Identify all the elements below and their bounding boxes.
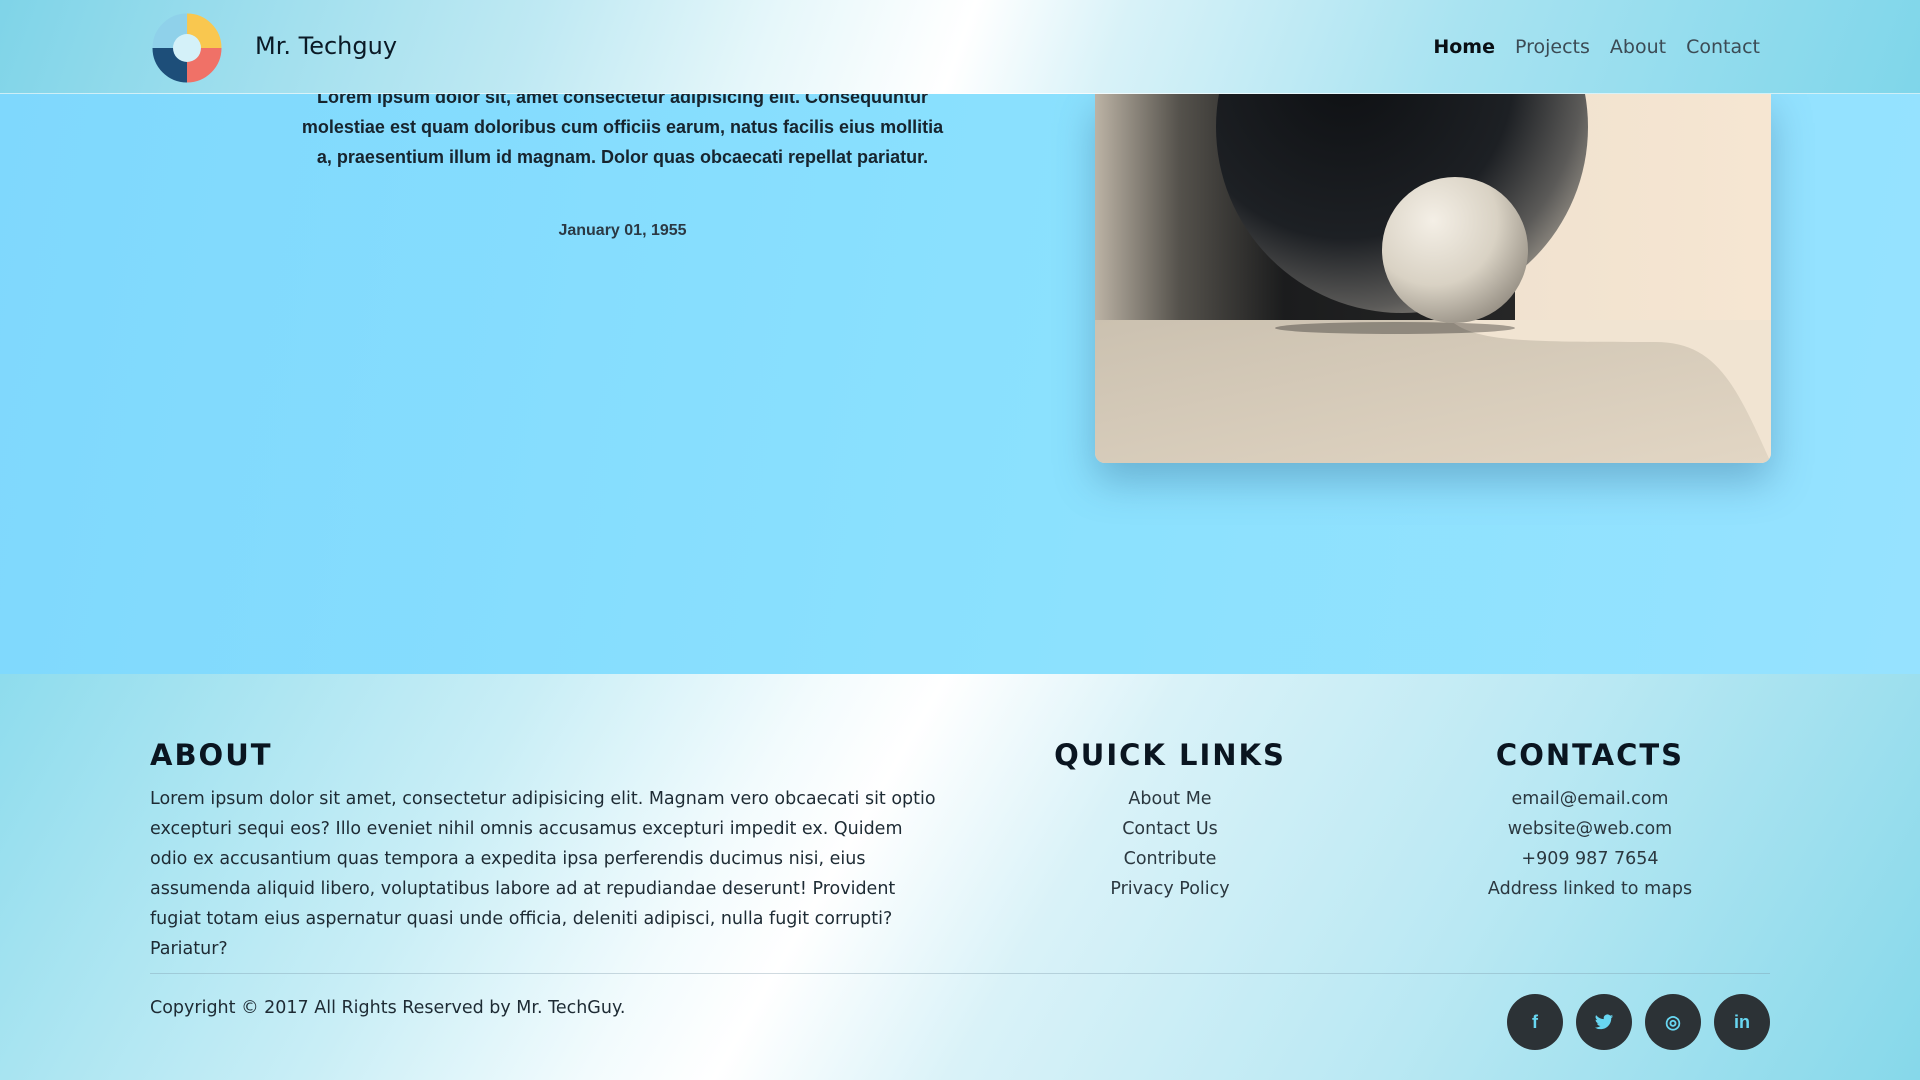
- copyright-text: Copyright © 2017 All Rights Reserved by …: [150, 998, 626, 1018]
- nav-projects[interactable]: Projects: [1515, 36, 1590, 58]
- contacts-list: email@email.com website@web.com +909 987…: [1460, 784, 1720, 904]
- hero-date: January 01, 1955: [558, 222, 687, 239]
- facebook-icon[interactable]: f: [1507, 994, 1563, 1050]
- footer-quick-links-title: QUICK LINKS: [1054, 738, 1286, 772]
- nav-about[interactable]: About: [1610, 36, 1666, 58]
- footer-divider: [150, 973, 1770, 974]
- contact-phone[interactable]: +909 987 7654: [1460, 844, 1720, 874]
- dribbble-icon[interactable]: ◎: [1645, 994, 1701, 1050]
- link-contact-us[interactable]: Contact Us: [1045, 814, 1295, 844]
- hero-description: Lorem ipsum dolor sit, amet consectetur …: [301, 87, 944, 167]
- brand-name[interactable]: Mr. Techguy: [255, 32, 397, 60]
- nav-home[interactable]: Home: [1433, 36, 1495, 58]
- main-nav: Home Projects About Contact: [1433, 36, 1760, 58]
- contact-address[interactable]: Address linked to maps: [1460, 874, 1720, 904]
- hero-section: Lorem ipsum dolor sit, amet consectetur …: [0, 87, 1920, 674]
- footer-contacts-title: CONTACTS: [1495, 738, 1685, 772]
- contact-website[interactable]: website@web.com: [1460, 814, 1720, 844]
- link-contribute[interactable]: Contribute: [1045, 844, 1295, 874]
- linkedin-icon[interactable]: in: [1714, 994, 1770, 1050]
- hero-image: [1095, 92, 1771, 463]
- twitter-icon[interactable]: [1576, 994, 1632, 1050]
- nav-contact[interactable]: Contact: [1686, 36, 1760, 58]
- site-header: Mr. Techguy Home Projects About Contact: [0, 0, 1920, 94]
- logo-icon[interactable]: [152, 13, 222, 83]
- quick-links-list: About Me Contact Us Contribute Privacy P…: [1045, 784, 1295, 904]
- social-links: f ◎ in: [1507, 994, 1770, 1050]
- footer-about-title: ABOUT: [150, 738, 273, 772]
- link-privacy-policy[interactable]: Privacy Policy: [1045, 874, 1295, 904]
- footer-about-text: Lorem ipsum dolor sit amet, consectetur …: [150, 789, 936, 959]
- site-footer: ABOUT Lorem ipsum dolor sit amet, consec…: [0, 674, 1920, 1080]
- link-about-me[interactable]: About Me: [1045, 784, 1295, 814]
- contact-email[interactable]: email@email.com: [1460, 784, 1720, 814]
